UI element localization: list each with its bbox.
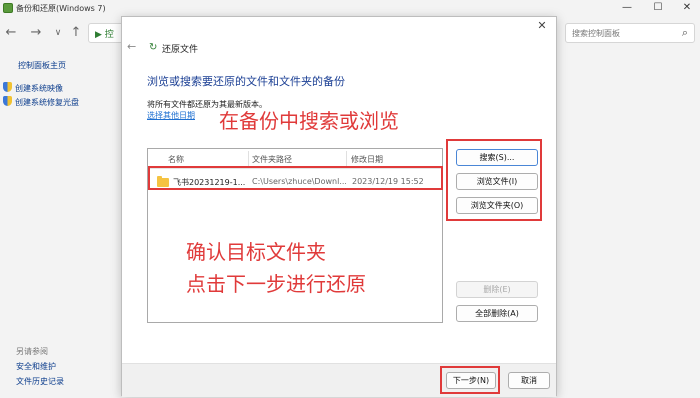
see-also-heading: 另请参阅	[16, 347, 48, 356]
column-header-path[interactable]: 文件夹路径	[252, 154, 292, 165]
window-title: 备份和还原(Windows 7)	[16, 4, 106, 13]
sidebar-item-label: 创建系统修复光盘	[15, 98, 79, 107]
sidebar-home-link[interactable]: 控制面板主页	[18, 60, 66, 71]
highlight-next-button	[440, 366, 500, 394]
file-history-link[interactable]: 文件历史记录	[16, 376, 64, 387]
shield-icon	[3, 82, 12, 92]
minimize-button[interactable]: —	[612, 0, 642, 16]
column-divider[interactable]	[346, 151, 347, 166]
highlight-file-row	[148, 166, 443, 190]
dialog-close-button[interactable]: ✕	[534, 19, 550, 32]
highlight-search-browse-buttons	[446, 139, 542, 221]
restore-icon: ↻	[149, 42, 158, 53]
sidebar-item-create-system-image[interactable]: 创建系统映像	[3, 82, 63, 94]
up-arrow-icon[interactable]: ↑	[68, 25, 84, 41]
security-maintenance-link[interactable]: 安全和维护	[16, 361, 56, 372]
sidebar-item-label: 创建系统映像	[15, 84, 63, 93]
dialog-title: 还原文件	[162, 45, 199, 55]
search-placeholder: 搜索控制面板	[572, 29, 620, 38]
window-titlebar: 备份和还原(Windows 7) — ☐ ✕	[0, 0, 700, 16]
remove-all-button[interactable]: 全部删除(A)	[456, 305, 538, 322]
remove-button[interactable]: 删除(E)	[456, 281, 538, 298]
cancel-button[interactable]: 取消	[508, 372, 550, 389]
control-panel-icon: ▶ 控	[95, 30, 114, 40]
maximize-button[interactable]: ☐	[643, 0, 673, 16]
annotation-search-or-browse: 在备份中搜索或浏览	[219, 109, 399, 133]
column-divider[interactable]	[248, 151, 249, 166]
forward-arrow-icon[interactable]: →	[28, 25, 44, 41]
annotation-confirm-folder: 确认目标文件夹	[186, 240, 326, 264]
column-header-date[interactable]: 修改日期	[351, 154, 383, 165]
search-icon: ⌕	[681, 26, 688, 39]
choose-other-date-link[interactable]: 选择其他日期	[147, 110, 195, 121]
recent-dropdown-icon[interactable]: ∨	[50, 25, 66, 41]
dialog-back-arrow-icon[interactable]: ←	[127, 40, 136, 53]
sidebar-item-create-repair-disc[interactable]: 创建系统修复光盘	[3, 96, 79, 108]
shield-icon	[3, 96, 12, 106]
column-header-name[interactable]: 名称	[168, 154, 184, 165]
back-arrow-icon[interactable]: ←	[3, 25, 19, 41]
dialog-heading: 浏览或搜索要还原的文件和文件夹的备份	[147, 75, 345, 88]
close-window-button[interactable]: ✕	[672, 0, 700, 16]
annotation-click-next: 点击下一步进行还原	[186, 272, 366, 296]
search-input[interactable]: 搜索控制面板 ⌕	[565, 23, 695, 43]
app-icon	[3, 3, 13, 13]
